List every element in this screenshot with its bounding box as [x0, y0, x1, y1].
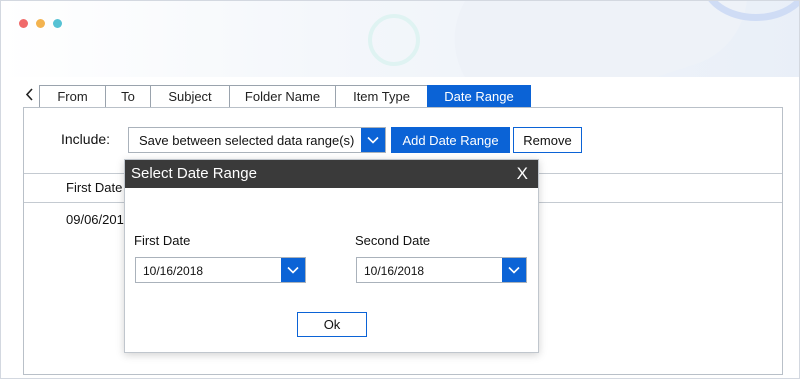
first-date-value: 10/16/2018	[143, 264, 204, 278]
tab-to[interactable]: To	[105, 85, 150, 108]
include-dropdown-value: Save between selected data range(s)	[139, 133, 355, 148]
chevron-down-icon[interactable]	[502, 258, 526, 282]
first-date-dropdown[interactable]: 10/16/2018	[135, 257, 306, 283]
tab-from[interactable]: From	[39, 85, 105, 108]
app-window: From To Subject Folder Name Item Type Da…	[0, 0, 800, 379]
second-date-value: 10/16/2018	[364, 264, 425, 278]
tab-item-type[interactable]: Item Type	[335, 85, 427, 108]
minimize-window-dot[interactable]	[36, 19, 45, 28]
second-date-label: Second Date	[355, 233, 431, 248]
table-cell-first-date[interactable]: 09/06/2016	[66, 212, 131, 227]
title-bar	[1, 1, 799, 77]
decorative-ring	[368, 14, 420, 66]
include-dropdown[interactable]: Save between selected data range(s)	[128, 127, 386, 153]
dialog-header: Select Date Range X	[125, 160, 538, 188]
tab-subject[interactable]: Subject	[150, 85, 229, 108]
decorative-shape	[435, 1, 767, 77]
add-date-range-button[interactable]: Add Date Range	[391, 127, 510, 153]
chevron-left-icon[interactable]	[21, 87, 37, 107]
close-window-dot[interactable]	[19, 19, 28, 28]
window-controls	[19, 19, 62, 28]
column-header-first-date: First Date	[66, 180, 123, 195]
second-date-dropdown[interactable]: 10/16/2018	[356, 257, 527, 283]
chevron-down-icon[interactable]	[361, 128, 385, 152]
close-icon[interactable]: X	[517, 164, 528, 184]
tab-bar: From To Subject Folder Name Item Type Da…	[39, 85, 531, 108]
chevron-down-icon[interactable]	[281, 258, 305, 282]
remove-button[interactable]: Remove	[513, 127, 582, 153]
first-date-label: First Date	[134, 233, 191, 248]
maximize-window-dot[interactable]	[53, 19, 62, 28]
ok-button[interactable]: Ok	[297, 312, 367, 337]
dialog-title: Select Date Range	[131, 165, 257, 182]
tab-folder-name[interactable]: Folder Name	[229, 85, 335, 108]
include-label: Include:	[61, 131, 111, 147]
select-date-range-dialog: Select Date Range X First Date 10/16/201…	[124, 159, 539, 353]
tab-date-range[interactable]: Date Range	[427, 85, 531, 108]
